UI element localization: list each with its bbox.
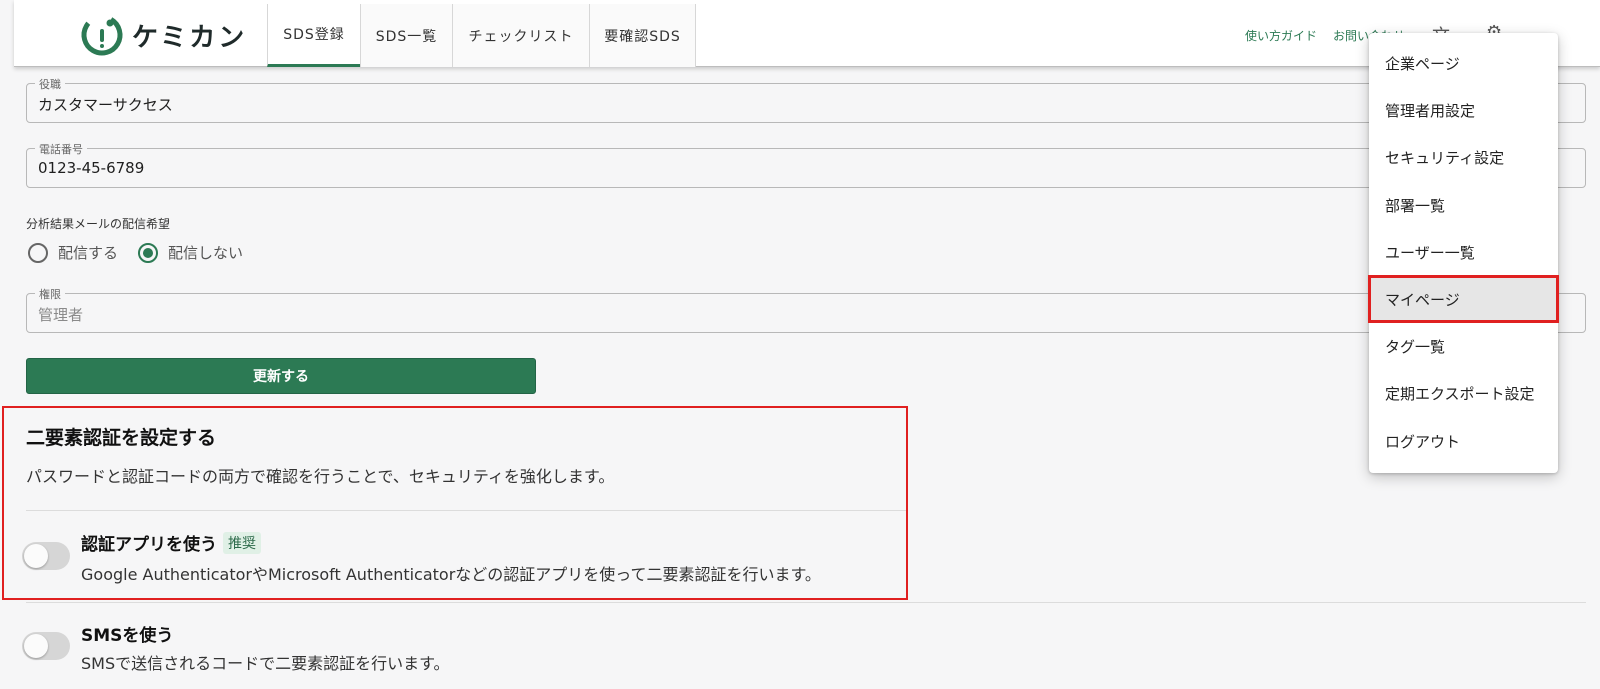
auth-app-title: 認証アプリを使う bbox=[81, 535, 217, 555]
tab-checklist[interactable]: チェックリスト bbox=[452, 4, 589, 67]
two-factor-description: パスワードと認証コードの両方で確認を行うことで、セキュリティを強化します。 bbox=[26, 467, 615, 486]
role-field: 権限 管理者 bbox=[26, 286, 1586, 333]
menu-item-tags[interactable]: タグ一覧 bbox=[1369, 323, 1558, 369]
radio-no-deliver-label: 配信しない bbox=[168, 244, 244, 262]
position-label: 役職 bbox=[35, 76, 65, 92]
divider bbox=[26, 602, 1586, 603]
toggle-knob bbox=[24, 544, 48, 568]
guide-link[interactable]: 使い方ガイド bbox=[1245, 27, 1317, 44]
role-label: 権限 bbox=[35, 286, 65, 302]
menu-item-departments[interactable]: 部署一覧 bbox=[1369, 182, 1558, 228]
update-button[interactable]: 更新する bbox=[26, 358, 536, 394]
settings-menu: 企業ページ 管理者用設定 セキュリティ設定 部署一覧 ユーザー一覧 マイページ … bbox=[1368, 33, 1559, 473]
radio-deliver[interactable]: 配信する bbox=[28, 242, 118, 263]
phone-value: 0123-45-6789 bbox=[38, 159, 145, 177]
phone-field[interactable]: 電話番号 0123-45-6789 bbox=[26, 141, 1586, 188]
auth-app-description: Google AuthenticatorやMicrosoft Authentic… bbox=[81, 565, 821, 584]
role-value: 管理者 bbox=[38, 306, 84, 324]
tab-sds-register[interactable]: SDS登録 bbox=[267, 4, 360, 67]
toggle-knob bbox=[24, 634, 48, 658]
menu-item-scheduled-export[interactable]: 定期エクスポート設定 bbox=[1369, 370, 1558, 416]
radio-checked-icon bbox=[138, 242, 158, 263]
menu-item-security[interactable]: セキュリティ設定 bbox=[1369, 134, 1558, 180]
tab-sds-list[interactable]: SDS一覧 bbox=[360, 4, 452, 67]
radio-no-deliver[interactable]: 配信しない bbox=[138, 242, 243, 263]
divider bbox=[26, 510, 906, 511]
two-factor-title: 二要素認証を設定する bbox=[26, 427, 217, 449]
sms-description: SMSで送信されるコードで二要素認証を行います。 bbox=[81, 654, 450, 673]
menu-item-admin-settings[interactable]: 管理者用設定 bbox=[1369, 87, 1558, 133]
tab-sds-review[interactable]: 要確認SDS bbox=[589, 4, 696, 67]
menu-item-logout[interactable]: ログアウト bbox=[1369, 418, 1558, 464]
auth-app-toggle[interactable] bbox=[22, 542, 70, 570]
phone-label: 電話番号 bbox=[35, 141, 87, 157]
app-header: ケミカン SDS登録 SDS一覧 チェックリスト 要確認SDS 使い方ガイド お… bbox=[14, 0, 1600, 67]
app-name: ケミカン bbox=[132, 22, 248, 53]
recommended-badge: 推奨 bbox=[223, 531, 261, 554]
menu-item-mypage[interactable]: マイページ bbox=[1368, 275, 1559, 323]
menu-item-company[interactable]: 企業ページ bbox=[1369, 40, 1558, 86]
position-field[interactable]: 役職 カスタマーサクセス bbox=[26, 76, 1586, 123]
menu-item-users[interactable]: ユーザー一覧 bbox=[1369, 229, 1558, 275]
radio-unchecked-icon bbox=[28, 242, 48, 263]
main-nav: SDS登録 SDS一覧 チェックリスト 要確認SDS bbox=[267, 4, 696, 67]
app-logo[interactable]: ケミカン bbox=[80, 14, 247, 56]
position-value: カスタマーサクセス bbox=[38, 96, 173, 114]
radio-deliver-label: 配信する bbox=[58, 244, 119, 262]
auth-app-title-row: 認証アプリを使う 推奨 bbox=[81, 530, 261, 555]
sms-title: SMSを使う bbox=[81, 626, 174, 646]
sms-toggle[interactable] bbox=[22, 632, 70, 660]
logo-mark-icon bbox=[81, 14, 123, 56]
mail-pref-label: 分析結果メールの配信希望 bbox=[26, 217, 171, 231]
